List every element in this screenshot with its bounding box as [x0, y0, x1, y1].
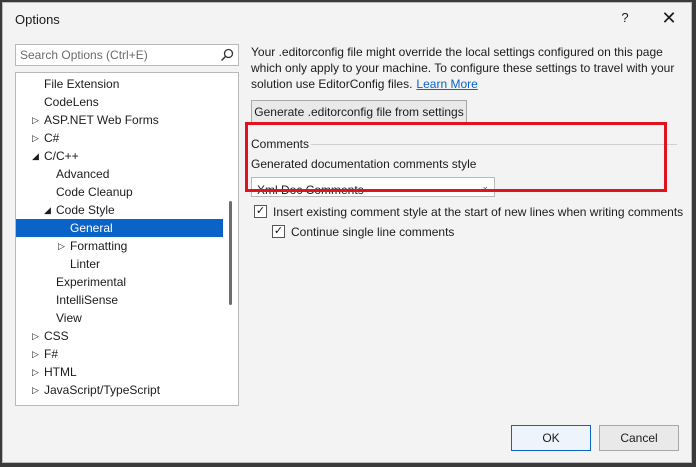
help-button[interactable]: ? [615, 10, 635, 25]
tree-item-code-style[interactable]: ◢ Code Style [16, 201, 223, 219]
tree-item-intellisense[interactable]: IntelliSense [16, 291, 223, 309]
tree-item-label: Code Style [56, 203, 115, 217]
tree-item-label: ASP.NET Web Forms [44, 113, 159, 127]
tree-item-label: HTML [44, 365, 77, 379]
tree-item-label: JavaScript/TypeScript [44, 383, 161, 397]
highlight-box [245, 122, 667, 192]
search-icon[interactable] [220, 48, 234, 65]
close-button[interactable]: ✕ [657, 8, 681, 29]
ok-button[interactable]: OK [511, 425, 591, 451]
tree-scrollbar[interactable] [229, 201, 232, 305]
tree-item-csharp[interactable]: ▷ C# [16, 129, 223, 147]
expand-arrow-icon[interactable]: ▷ [32, 381, 39, 399]
tree-item-aspnet-web-forms[interactable]: ▷ ASP.NET Web Forms [16, 111, 223, 129]
tree-item-general[interactable]: General [16, 219, 223, 237]
tree-item-label: General [70, 221, 113, 235]
expand-arrow-icon[interactable]: ▷ [32, 129, 39, 147]
tree-item-view[interactable]: View [16, 309, 223, 327]
editorconfig-notice: Your .editorconfig file might override t… [251, 44, 681, 92]
checkbox-label: Insert existing comment style at the sta… [273, 205, 684, 219]
collapse-arrow-icon[interactable]: ◢ [44, 201, 51, 219]
cancel-button[interactable]: Cancel [599, 425, 679, 451]
checkbox-label: Continue single line comments [291, 225, 455, 239]
tree-item-file-extension[interactable]: File Extension [16, 75, 223, 93]
learn-more-link[interactable]: Learn More [416, 77, 477, 91]
expand-arrow-icon[interactable]: ▷ [32, 111, 39, 129]
tree-item-label: Formatting [70, 239, 128, 253]
collapse-arrow-icon[interactable]: ◢ [32, 147, 39, 165]
tree-item-label: CSS [44, 329, 69, 343]
search-box[interactable] [15, 44, 239, 66]
tree-item-linter[interactable]: Linter [16, 255, 223, 273]
tree-item-label: C# [44, 131, 60, 145]
options-tree: File Extension CodeLens ▷ ASP.NET Web Fo… [15, 72, 239, 406]
tree-item-label: C/C++ [44, 149, 79, 163]
tree-item-label: IntelliSense [56, 293, 119, 307]
tree-item-label: Advanced [56, 167, 110, 181]
tree-item-codelens[interactable]: CodeLens [16, 93, 223, 111]
tree-item-label: Code Cleanup [56, 185, 133, 199]
tree-item-css[interactable]: ▷ CSS [16, 327, 223, 345]
generate-editorconfig-button[interactable]: Generate .editorconfig file from setting… [251, 100, 467, 124]
tree-item-cpp[interactable]: ◢ C/C++ [16, 147, 223, 165]
options-dialog: Options ? ✕ File Extension CodeLens ▷ AS… [2, 2, 692, 463]
tree-item-label: View [56, 311, 82, 325]
checkbox-continue-single-line[interactable]: ✓ [272, 225, 285, 238]
checkbox-insert-comment-style[interactable]: ✓ [254, 205, 267, 218]
tree-item-label: Experimental [56, 275, 127, 289]
tree-item-label: File Extension [44, 77, 120, 91]
tree-item-javascript-typescript[interactable]: ▷ JavaScript/TypeScript [16, 381, 223, 399]
tree-item-advanced[interactable]: Advanced [16, 165, 223, 183]
expand-arrow-icon[interactable]: ▷ [32, 345, 39, 363]
tree-item-formatting[interactable]: ▷ Formatting [16, 237, 223, 255]
tree-item-label: Linter [70, 257, 101, 271]
tree-item-label: CodeLens [44, 95, 99, 109]
tree-item-label: F# [44, 347, 59, 361]
tree-item-experimental[interactable]: Experimental [16, 273, 223, 291]
expand-arrow-icon[interactable]: ▷ [32, 363, 39, 381]
tree-item-fsharp[interactable]: ▷ F# [16, 345, 223, 363]
dialog-title: Options [15, 12, 60, 27]
expand-arrow-icon[interactable]: ▷ [58, 237, 65, 255]
tree-item-html[interactable]: ▷ HTML [16, 363, 223, 381]
expand-arrow-icon[interactable]: ▷ [32, 327, 39, 345]
search-input[interactable] [20, 47, 210, 63]
title-bar: Options ? ✕ [3, 3, 691, 37]
tree-item-code-cleanup[interactable]: Code Cleanup [16, 183, 223, 201]
